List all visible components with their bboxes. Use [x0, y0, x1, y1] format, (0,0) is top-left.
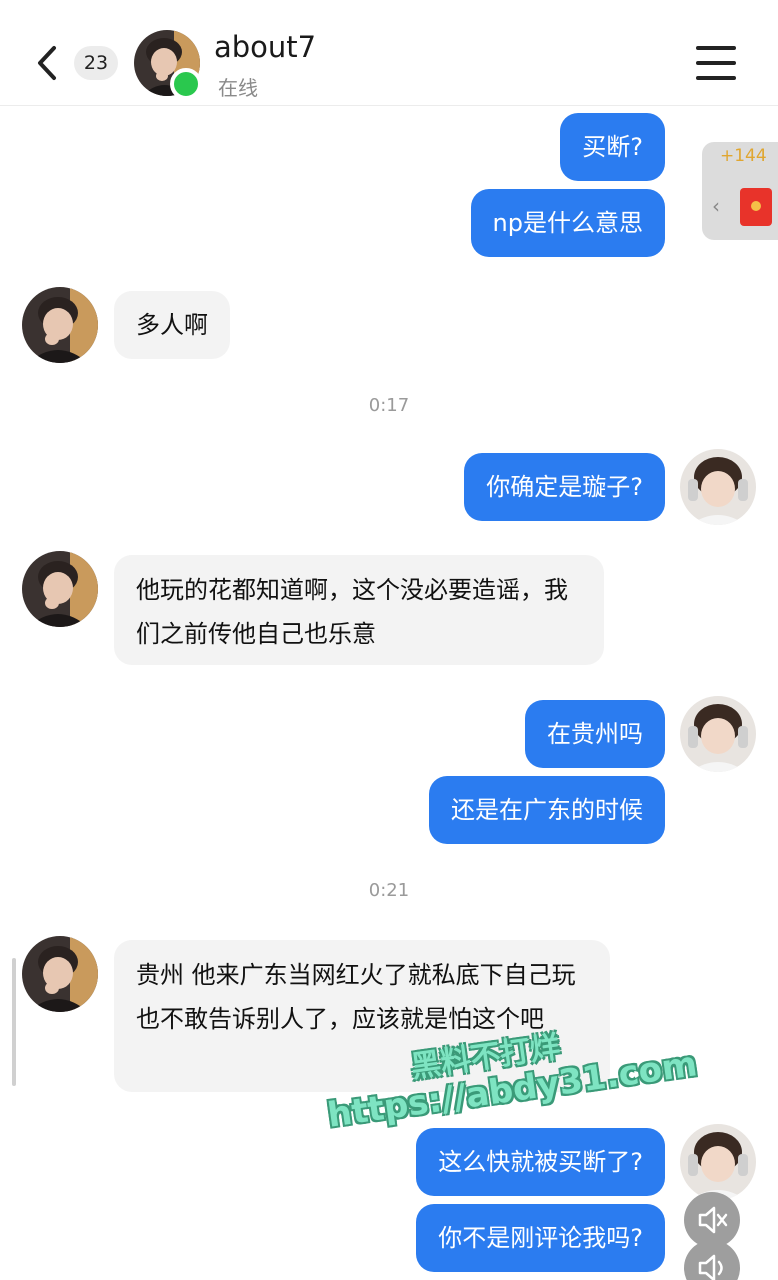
- contact-message-avatar[interactable]: [22, 551, 98, 627]
- back-button[interactable]: [30, 40, 66, 86]
- contact-name: about7: [214, 30, 317, 64]
- my-message-avatar[interactable]: [680, 449, 756, 525]
- contact-status: 在线: [218, 76, 258, 100]
- message-bubble-outgoing[interactable]: 你不是刚评论我吗?: [416, 1204, 665, 1272]
- message-bubble-incoming[interactable]: 他玩的花都知道啊，这个没必要造谣，我们之前传他自己也乐意: [114, 555, 604, 665]
- message-bubble-outgoing[interactable]: 买断?: [560, 113, 665, 181]
- red-packet-count: +144: [720, 146, 767, 166]
- red-envelope-icon: [740, 188, 772, 226]
- message-bubble-outgoing[interactable]: 还是在广东的时候: [429, 776, 665, 844]
- hamburger-menu-icon: [696, 46, 736, 50]
- scroll-indicator: [12, 958, 16, 1086]
- message-bubble-outgoing[interactable]: np是什么意思: [470, 189, 665, 257]
- message-bubble-outgoing[interactable]: 你确定是璇子?: [464, 453, 665, 521]
- contact-message-avatar[interactable]: [22, 287, 98, 363]
- message-bubble-outgoing[interactable]: 在贵州吗: [525, 700, 665, 768]
- volume-button[interactable]: [684, 1240, 740, 1280]
- message-bubble-incoming[interactable]: 多人啊: [114, 291, 230, 359]
- message-timestamp: 0:17: [368, 395, 410, 416]
- speaker-volume-icon: [698, 1254, 723, 1280]
- contact-message-avatar[interactable]: [22, 936, 98, 1012]
- online-status-dot: [170, 68, 202, 100]
- message-bubble-outgoing[interactable]: 这么快就被买断了?: [416, 1128, 665, 1196]
- my-message-avatar[interactable]: [680, 1124, 756, 1200]
- menu-button[interactable]: [696, 46, 736, 80]
- chevron-left-icon: ‹: [712, 194, 720, 218]
- unread-count-badge[interactable]: 23: [74, 46, 118, 80]
- my-message-avatar[interactable]: [680, 696, 756, 772]
- chat-header: 23 about7 在线: [0, 0, 778, 106]
- red-packet-widget[interactable]: +144 ‹: [702, 142, 778, 240]
- chevron-left-icon: [38, 46, 56, 80]
- message-timestamp: 0:21: [368, 880, 410, 901]
